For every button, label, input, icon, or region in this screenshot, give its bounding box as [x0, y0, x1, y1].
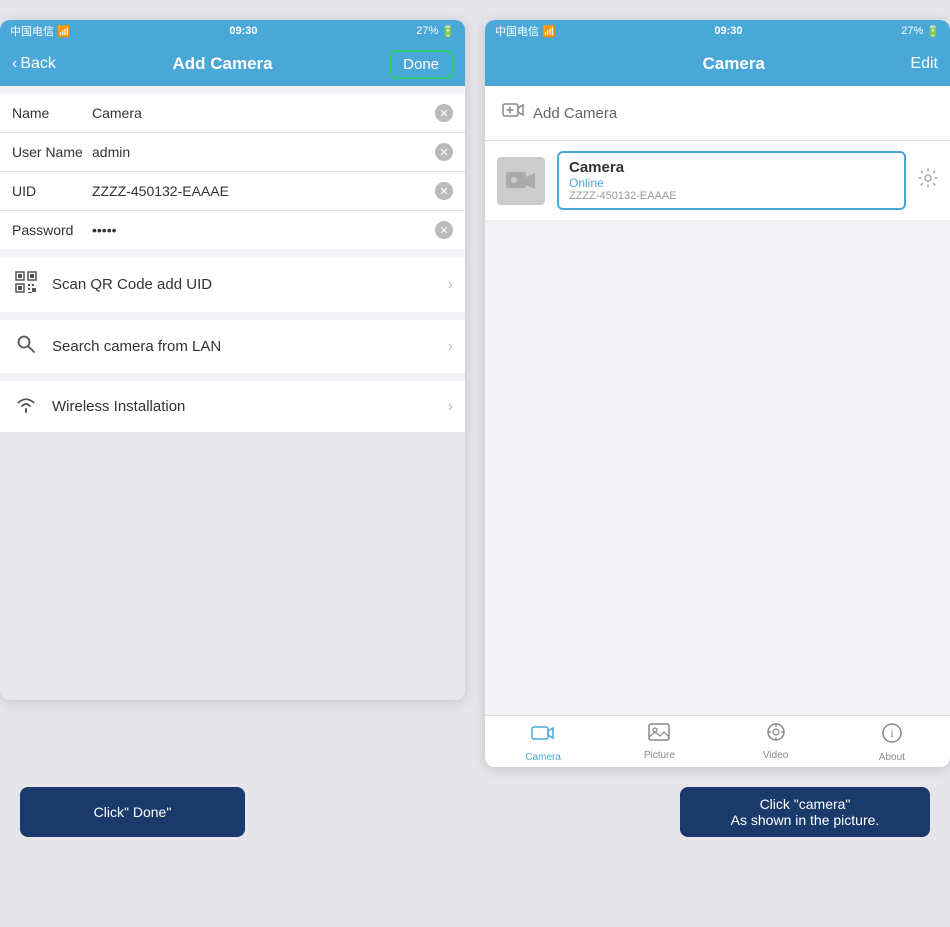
add-camera-row[interactable]: Add Camera [485, 86, 950, 141]
camera-tab-icon [531, 722, 555, 750]
tab-bar: Camera Picture [485, 715, 950, 767]
divider-1 [0, 249, 465, 257]
nav-title-left: Add Camera [172, 54, 272, 74]
search-chevron-icon: › [448, 338, 453, 356]
camera-list-item[interactable]: Camera Online ZZZZ-450132-EAAAE [485, 141, 950, 221]
battery-icon-left: 27% [416, 25, 438, 37]
wireless-section: Wireless Installation › [0, 381, 465, 432]
camera-empty-space [485, 221, 950, 715]
uid-input[interactable] [92, 183, 435, 199]
status-left: 中国电信 📶 [10, 23, 71, 39]
signal-icon-right: 📶 [542, 25, 556, 38]
video-tab-label: Video [763, 750, 788, 761]
picture-tab-icon [648, 722, 670, 748]
password-input[interactable] [92, 222, 435, 238]
search-section: Search camera from LAN › [0, 320, 465, 373]
qr-code-icon [12, 271, 40, 298]
right-phone: 中国电信 📶 09:30 27% 🔋 Camera Edit [485, 20, 950, 767]
carrier-right: 中国电信 [495, 23, 539, 39]
about-tab-label: About [879, 752, 905, 763]
tab-video[interactable]: Video [746, 722, 806, 763]
gear-icon[interactable] [918, 168, 938, 193]
add-camera-label: Add Camera [533, 105, 617, 122]
camera-thumbnail [497, 157, 545, 205]
search-lan-row[interactable]: Search camera from LAN › [0, 320, 465, 373]
carrier-left: 中国电信 [10, 23, 54, 39]
tab-camera[interactable]: Camera [513, 722, 573, 763]
nav-bar-left: ‹ Back Add Camera Done [0, 42, 465, 86]
video-tab-icon [765, 722, 787, 748]
back-button[interactable]: ‹ Back [12, 55, 56, 73]
done-button[interactable]: Done [389, 50, 453, 79]
add-camera-icon [501, 98, 525, 128]
battery-sym-right: 🔋 [926, 25, 940, 38]
back-label: Back [20, 55, 56, 73]
uid-clear-button[interactable]: ✕ [435, 182, 453, 200]
tab-about[interactable]: i About [862, 722, 922, 763]
search-lan-label: Search camera from LAN [52, 338, 448, 355]
name-input[interactable] [92, 105, 435, 121]
status-bar-right: 中国电信 📶 09:30 27% 🔋 [485, 20, 950, 42]
divider-3 [0, 373, 465, 381]
camera-tab-label: Camera [525, 752, 561, 763]
gray-content-area [0, 432, 465, 700]
left-phone: 中国电信 📶 09:30 27% 🔋 ‹ Back Add Camera Don… [0, 20, 465, 700]
wireless-chevron-icon: › [448, 398, 453, 416]
status-right-icons: 27% 🔋 [416, 25, 455, 38]
camera-info-box[interactable]: Camera Online ZZZZ-450132-EAAAE [557, 151, 906, 210]
name-row: Name ✕ [0, 94, 465, 133]
status-right-right: 27% 🔋 [901, 25, 940, 38]
camera-status-badge: Online [569, 176, 894, 190]
username-label: User Name [12, 144, 92, 160]
divider-2 [0, 312, 465, 320]
wifi-icon [12, 395, 40, 418]
nav-title-right: Camera [703, 54, 765, 74]
status-bar-left: 中国电信 📶 09:30 27% 🔋 [0, 20, 465, 42]
name-label: Name [12, 105, 92, 121]
wireless-label: Wireless Installation [52, 398, 448, 415]
about-tab-icon: i [881, 722, 903, 750]
instruction-row: Click" Done" Click "camera" As shown in … [20, 787, 930, 837]
svg-text:i: i [890, 726, 894, 740]
edit-button[interactable]: Edit [910, 55, 938, 73]
tab-picture[interactable]: Picture [629, 722, 689, 763]
username-clear-button[interactable]: ✕ [435, 143, 453, 161]
camera-name: Camera [569, 159, 894, 176]
password-clear-button[interactable]: ✕ [435, 221, 453, 239]
uid-row: UID ✕ [0, 172, 465, 211]
username-row: User Name ✕ [0, 133, 465, 172]
wireless-row[interactable]: Wireless Installation › [0, 381, 465, 432]
time-left: 09:30 [229, 25, 257, 37]
back-chevron-icon: ‹ [12, 55, 17, 73]
battery-right: 27% [901, 25, 923, 37]
name-clear-button[interactable]: ✕ [435, 104, 453, 122]
add-camera-form: Name ✕ User Name ✕ UID ✕ Password ✕ [0, 94, 465, 249]
password-row: Password ✕ [0, 211, 465, 249]
camera-list-area: Add Camera Camera Online ZZZZ-450132-EAA… [485, 86, 950, 715]
time-right: 09:30 [714, 25, 742, 37]
left-instruction-banner[interactable]: Click" Done" [20, 787, 245, 837]
search-icon [12, 334, 40, 359]
scan-chevron-icon: › [448, 276, 453, 294]
menu-section: Scan QR Code add UID › [0, 257, 465, 312]
scan-qr-label: Scan QR Code add UID [52, 276, 448, 293]
picture-tab-label: Picture [644, 750, 675, 761]
username-input[interactable] [92, 144, 435, 160]
nav-bar-right: Camera Edit [485, 42, 950, 86]
battery-symbol-left: 🔋 [441, 25, 455, 38]
status-left-right: 中国电信 📶 [495, 23, 556, 39]
password-label: Password [12, 222, 92, 238]
camera-uid: ZZZZ-450132-EAAAE [569, 190, 894, 202]
uid-label: UID [12, 183, 92, 199]
signal-icon-left: 📶 [57, 25, 71, 38]
scan-qr-row[interactable]: Scan QR Code add UID › [0, 257, 465, 312]
right-instruction-banner[interactable]: Click "camera" As shown in the picture. [680, 787, 930, 837]
